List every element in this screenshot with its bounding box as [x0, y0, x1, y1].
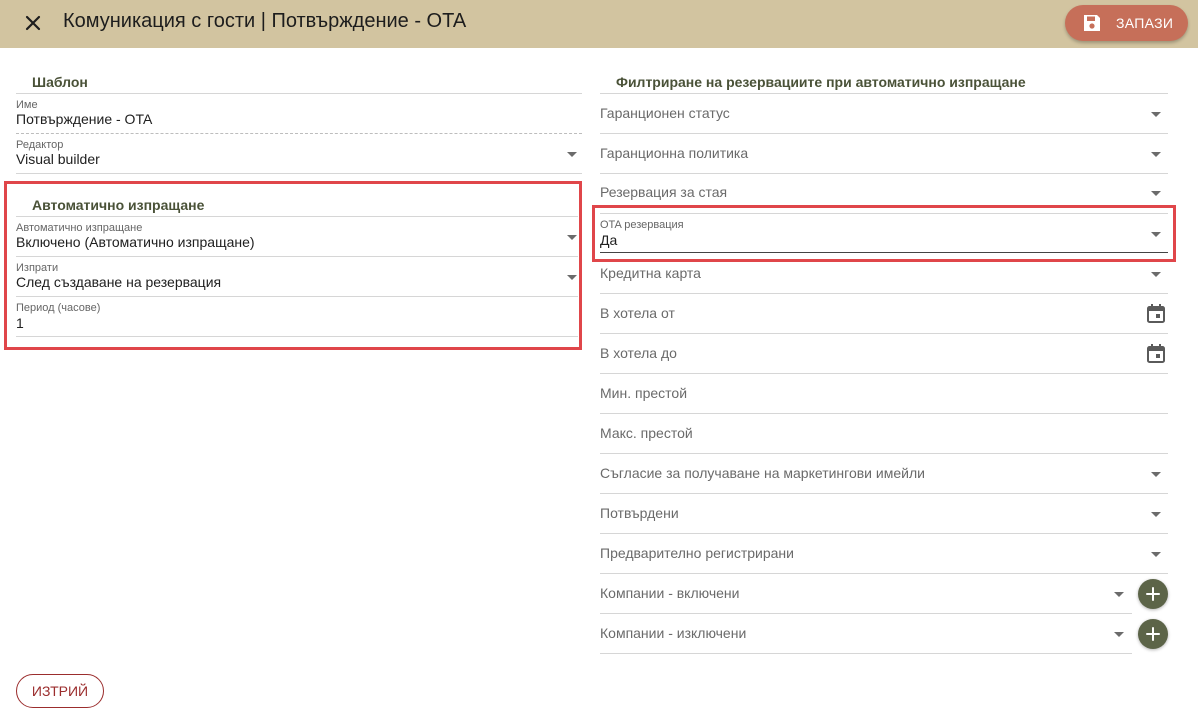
calendar-icon[interactable] — [1146, 303, 1166, 329]
chevron-down-icon[interactable] — [1114, 632, 1124, 637]
chevron-down-icon[interactable] — [1151, 112, 1161, 117]
editor-select-value[interactable]: Visual builder — [16, 151, 100, 167]
companies-included-placeholder[interactable]: Компании - включени — [600, 585, 739, 601]
chevron-down-icon[interactable] — [567, 235, 577, 240]
period-field-label: Период (часове) — [16, 302, 101, 314]
delete-button[interactable]: ИЗТРИЙ — [16, 674, 104, 708]
guarantee-policy-placeholder[interactable]: Гаранционна политика — [600, 145, 748, 161]
auto-send-section-title: Автоматично изпращане — [32, 197, 205, 213]
chevron-down-icon[interactable] — [1114, 592, 1124, 597]
ota-reservation-label: OTA резервация — [600, 219, 684, 231]
chevron-down-icon[interactable] — [1151, 191, 1161, 196]
period-field-underline — [16, 336, 578, 337]
field-underline — [600, 653, 1132, 654]
chevron-down-icon[interactable] — [1151, 152, 1161, 157]
divider — [16, 216, 578, 217]
field-underline — [600, 573, 1168, 574]
chevron-down-icon[interactable] — [1151, 232, 1161, 237]
chevron-down-icon[interactable] — [1151, 272, 1161, 277]
divider — [600, 93, 1168, 94]
auto-send-select-value[interactable]: Включено (Автоматично изпращане) — [16, 234, 255, 250]
field-underline — [600, 133, 1168, 134]
field-underline — [600, 373, 1168, 374]
min-stay-placeholder[interactable]: Мин. престой — [600, 385, 687, 401]
template-section-title: Шаблон — [32, 74, 88, 90]
in-hotel-from-placeholder[interactable]: В хотела от — [600, 305, 675, 321]
add-company-included-button[interactable] — [1138, 579, 1168, 609]
chevron-down-icon[interactable] — [1151, 552, 1161, 557]
chevron-down-icon[interactable] — [1151, 472, 1161, 477]
auto-send-select-underline — [16, 256, 578, 257]
name-field-underline — [16, 133, 582, 134]
in-hotel-to-placeholder[interactable]: В хотела до — [600, 345, 677, 361]
field-underline — [600, 333, 1168, 334]
ota-reservation-underline — [600, 252, 1168, 253]
send-trigger-select-value[interactable]: След създаване на резервация — [16, 274, 221, 290]
plus-icon — [1146, 587, 1160, 601]
field-underline — [600, 173, 1168, 174]
send-trigger-select-label: Изпрати — [16, 262, 59, 274]
chevron-down-icon[interactable] — [567, 152, 577, 157]
ota-reservation-value[interactable]: Да — [600, 232, 617, 248]
calendar-icon[interactable] — [1146, 343, 1166, 369]
divider — [16, 93, 582, 94]
editor-select-label: Редактор — [16, 139, 64, 151]
credit-card-placeholder[interactable]: Кредитна карта — [600, 265, 701, 281]
add-company-excluded-button[interactable] — [1138, 619, 1168, 649]
name-field-value[interactable]: Потвърждение - OTA — [16, 111, 152, 127]
chevron-down-icon[interactable] — [567, 275, 577, 280]
marketing-consent-placeholder[interactable]: Съгласие за получаване на маркетингови и… — [600, 465, 925, 481]
preregistered-placeholder[interactable]: Предварително регистрирани — [600, 545, 794, 561]
auto-send-select-label: Автоматично изпращане — [16, 222, 143, 234]
field-underline — [600, 293, 1168, 294]
top-bar: Комуникация с гости | Потвърждение - OTA… — [0, 0, 1198, 48]
plus-icon — [1146, 627, 1160, 641]
field-underline — [600, 413, 1168, 414]
save-button-label: ЗАПАЗИ — [1116, 15, 1174, 31]
editor-select-underline — [16, 173, 582, 174]
field-underline — [600, 453, 1168, 454]
chevron-down-icon[interactable] — [1151, 512, 1161, 517]
confirmed-placeholder[interactable]: Потвърдени — [600, 505, 679, 521]
save-button[interactable]: ЗАПАЗИ — [1065, 5, 1188, 41]
close-icon[interactable] — [20, 12, 46, 36]
companies-excluded-placeholder[interactable]: Компании - изключени — [600, 625, 746, 641]
filter-section-title: Филтриране на резервациите при автоматич… — [616, 74, 1026, 90]
field-underline — [600, 493, 1168, 494]
max-stay-placeholder[interactable]: Макс. престой — [600, 425, 693, 441]
field-underline — [600, 533, 1168, 534]
page-title: Комуникация с гости | Потвърждение - OTA — [63, 10, 467, 32]
room-reservation-placeholder[interactable]: Резервация за стая — [600, 184, 727, 200]
period-field-value[interactable]: 1 — [16, 315, 24, 331]
guarantee-status-placeholder[interactable]: Гаранционен статус — [600, 105, 730, 121]
field-underline — [600, 613, 1132, 614]
field-underline — [600, 213, 1168, 214]
name-field-label: Име — [16, 99, 38, 111]
send-trigger-select-underline — [16, 296, 578, 297]
floppy-disk-icon — [1082, 13, 1102, 38]
